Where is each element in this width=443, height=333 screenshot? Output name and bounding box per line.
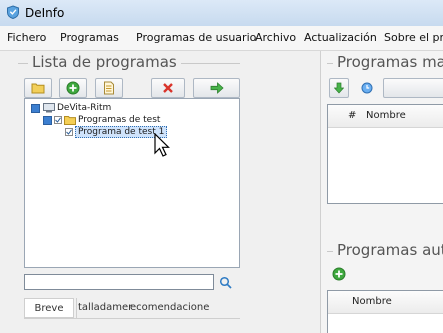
checkbox[interactable]	[65, 128, 73, 136]
add-icon[interactable]	[332, 267, 346, 281]
tree-label: Programas de test	[78, 115, 161, 125]
forward-arrow-icon	[210, 82, 224, 94]
expand-icon	[43, 116, 52, 125]
expand-icon	[31, 104, 40, 113]
search-icon[interactable]	[219, 276, 232, 289]
tree-item-program[interactable]: Programa de test 1	[55, 126, 175, 139]
menu-fichero[interactable]: Fichero	[7, 31, 46, 44]
tree-label-selected: Programa de test 1	[75, 126, 168, 138]
menu-programas[interactable]: Programas	[60, 31, 119, 44]
edit-program-button[interactable]	[95, 78, 123, 98]
delete-program-button[interactable]	[151, 78, 185, 98]
clock-icon[interactable]	[361, 82, 373, 94]
grid-header: Nombre	[328, 291, 443, 314]
menu-programas-de-usuario[interactable]: Programas de usuario	[136, 31, 256, 44]
grid-header: # Nombre	[328, 105, 443, 128]
open-folder-button[interactable]	[24, 78, 52, 98]
tree-item-root[interactable]: DeVita-Ritm	[31, 103, 231, 115]
auto-programs-grid[interactable]: Nombre	[327, 290, 443, 333]
title-bar: DeInfo	[0, 0, 443, 26]
apply-program-button[interactable]	[193, 78, 240, 98]
menu-bar: Fichero Programas Programas de usuario A…	[0, 26, 443, 51]
computer-icon	[43, 103, 55, 113]
add-program-button[interactable]	[59, 78, 87, 98]
search-input[interactable]	[24, 274, 214, 290]
manual-programs-title: Programas man	[333, 53, 443, 71]
move-down-button[interactable]	[329, 78, 349, 98]
document-icon	[104, 81, 114, 95]
tab-recomendaciones[interactable]: ecomendacione	[130, 298, 209, 318]
add-icon	[66, 81, 80, 95]
programs-right-panel: Programas man # Nombre Programas auto No	[320, 51, 443, 333]
column-name[interactable]: Nombre	[366, 110, 406, 121]
schedule-field[interactable]	[383, 78, 443, 98]
manual-programs-grid[interactable]: # Nombre	[327, 104, 443, 204]
checkbox[interactable]	[54, 116, 62, 124]
tab-detallada[interactable]: talladamer	[78, 298, 132, 318]
auto-programs-title: Programas auto	[333, 241, 443, 259]
program-list-title: Lista de programas	[28, 53, 181, 71]
program-tree[interactable]: DeVita-Ritm Programas de test Programa d…	[24, 98, 240, 268]
menu-sobre[interactable]: Sobre el pro	[384, 31, 443, 44]
open-folder-icon	[31, 83, 45, 94]
down-arrow-icon	[334, 82, 344, 94]
app-icon	[7, 5, 19, 19]
tree-label: DeVita-Ritm	[57, 103, 112, 113]
app-window: DeInfo Fichero Programas Programas de us…	[0, 0, 443, 333]
window-title: DeInfo	[25, 6, 65, 20]
column-name[interactable]: Nombre	[352, 296, 392, 307]
delete-icon	[163, 83, 173, 93]
menu-archivo[interactable]: Archivo	[255, 31, 296, 44]
detail-tabs: Breve talladamer ecomendacione	[24, 298, 240, 319]
menu-actualizacion[interactable]: Actualización	[304, 31, 377, 44]
tab-separator	[76, 298, 77, 318]
column-number[interactable]: #	[348, 110, 356, 121]
folder-icon	[64, 116, 76, 125]
tab-breve[interactable]: Breve	[24, 298, 74, 318]
